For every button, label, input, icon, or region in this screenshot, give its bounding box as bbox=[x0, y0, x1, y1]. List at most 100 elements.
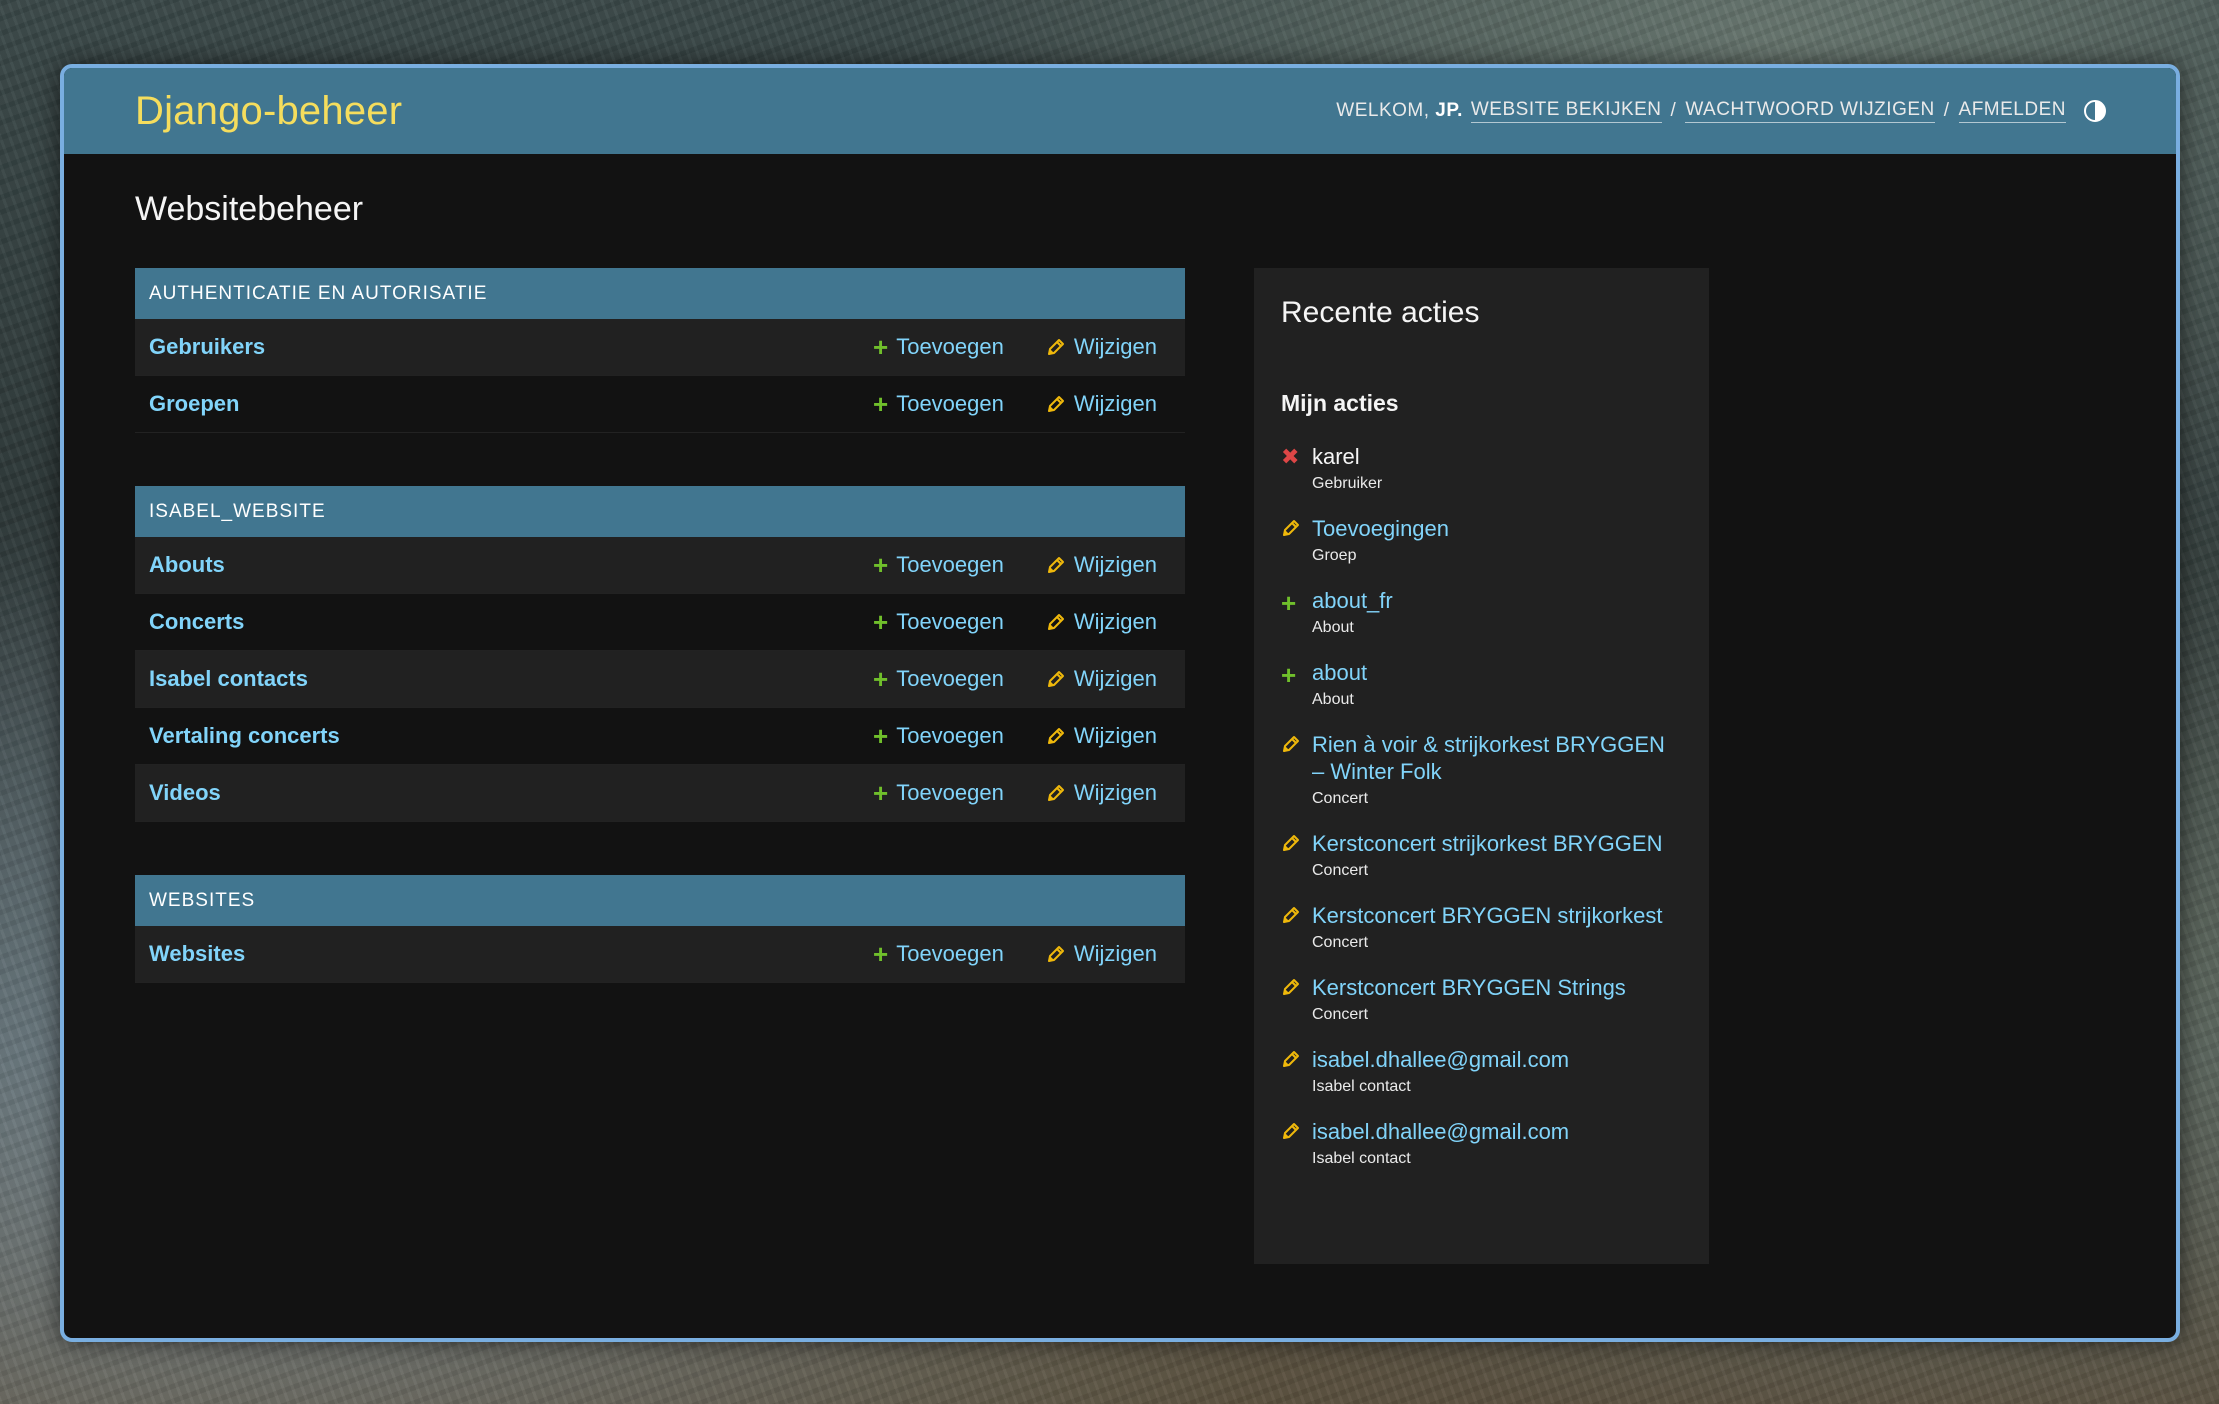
pencil-icon bbox=[1281, 1121, 1301, 1141]
plus-icon: + bbox=[1281, 588, 1297, 618]
add-link[interactable]: + Toevoegen bbox=[873, 552, 1004, 578]
module-caption[interactable]: WEBSITES bbox=[135, 875, 1185, 926]
action-type: Concert bbox=[1312, 790, 1369, 807]
model-link[interactable]: Vertaling concerts bbox=[149, 723, 873, 749]
theme-toggle-icon[interactable] bbox=[2084, 100, 2106, 122]
browser-window: Django-beheer WELKOM, JP. WEBSITE BEKIJK… bbox=[60, 64, 2180, 1342]
module-caption[interactable]: ISABEL_WEBSITE bbox=[135, 486, 1185, 537]
change-label: Wijzigen bbox=[1073, 609, 1157, 634]
module-caption[interactable]: AUTHENTICATIE EN AUTORISATIE bbox=[135, 268, 1185, 319]
change-password-link[interactable]: WACHTWOORD WIJZIGEN bbox=[1685, 99, 1935, 123]
model-link[interactable]: Gebruikers bbox=[149, 334, 873, 360]
action-body: about About bbox=[1312, 659, 1367, 709]
add-label: Toevoegen bbox=[896, 391, 1004, 416]
model-row: Concerts + Toevoegen Wijzigen bbox=[135, 594, 1185, 651]
app-module: WEBSITES Websites + Toevoegen Wijzigen bbox=[135, 875, 1185, 983]
plus-icon: + bbox=[873, 778, 889, 808]
plus-icon: + bbox=[873, 721, 889, 751]
model-rows: Abouts + Toevoegen Wijzigen Concerts + Toevoeg… bbox=[135, 537, 1185, 822]
add-link[interactable]: + Toevoegen bbox=[873, 609, 1004, 635]
action-title-link[interactable]: Rien à voir & strijkorkest BRYGGEN – Win… bbox=[1312, 731, 1682, 785]
model-link[interactable]: Groepen bbox=[149, 391, 873, 417]
action-title-link[interactable]: isabel.dhallee@gmail.com bbox=[1312, 1046, 1569, 1073]
action-body: karel Gebruiker bbox=[1312, 443, 1382, 493]
model-row: Vertaling concerts + Toevoegen Wijzigen bbox=[135, 708, 1185, 765]
action-body: Kerstconcert BRYGGEN Strings Concert bbox=[1312, 974, 1626, 1024]
action-body: about_fr About bbox=[1312, 587, 1393, 637]
recent-action-item: + about About bbox=[1281, 659, 1682, 709]
separator: / bbox=[1943, 100, 1950, 121]
add-link[interactable]: + Toevoegen bbox=[873, 723, 1004, 749]
action-title-link[interactable]: Kerstconcert strijkorkest BRYGGEN bbox=[1312, 830, 1662, 857]
add-label: Toevoegen bbox=[896, 780, 1004, 805]
add-link[interactable]: + Toevoegen bbox=[873, 334, 1004, 360]
recent-action-item: Rien à voir & strijkorkest BRYGGEN – Win… bbox=[1281, 731, 1682, 808]
model-link[interactable]: Concerts bbox=[149, 609, 873, 635]
user-tools: WELKOM, JP. WEBSITE BEKIJKEN / WACHTWOOR… bbox=[1336, 99, 2106, 123]
recent-action-item: Kerstconcert strijkorkest BRYGGEN Concert bbox=[1281, 830, 1682, 880]
delete-icon: ✖ bbox=[1281, 444, 1300, 469]
action-body: isabel.dhallee@gmail.com Isabel contact bbox=[1312, 1118, 1569, 1168]
plus-icon: + bbox=[873, 550, 889, 580]
add-link[interactable]: + Toevoegen bbox=[873, 391, 1004, 417]
action-body: Toevoegingen Groep bbox=[1312, 515, 1449, 565]
model-rows: Websites + Toevoegen Wijzigen bbox=[135, 926, 1185, 983]
action-title-link[interactable]: about bbox=[1312, 659, 1367, 686]
pencil-icon bbox=[1046, 669, 1066, 689]
logout-link[interactable]: AFMELDEN bbox=[1958, 99, 2066, 123]
change-link[interactable]: Wijzigen bbox=[1046, 334, 1157, 360]
action-body: Rien à voir & strijkorkest BRYGGEN – Win… bbox=[1312, 731, 1682, 808]
pencil-icon bbox=[1281, 734, 1301, 754]
recent-action-item: Kerstconcert BRYGGEN Strings Concert bbox=[1281, 974, 1682, 1024]
pencil-icon bbox=[1281, 977, 1301, 997]
action-title-link[interactable]: Toevoegingen bbox=[1312, 515, 1449, 542]
action-title-link[interactable]: isabel.dhallee@gmail.com bbox=[1312, 1118, 1569, 1145]
action-icon-wrap: ✖ bbox=[1281, 443, 1312, 493]
model-link[interactable]: Abouts bbox=[149, 552, 873, 578]
action-type: Concert bbox=[1312, 934, 1369, 951]
action-title-link[interactable]: Kerstconcert BRYGGEN Strings bbox=[1312, 974, 1626, 1001]
action-title: karel bbox=[1312, 444, 1360, 469]
pencil-icon bbox=[1046, 394, 1066, 414]
recent-action-item: isabel.dhallee@gmail.com Isabel contact bbox=[1281, 1118, 1682, 1168]
change-label: Wijzigen bbox=[1073, 666, 1157, 691]
admin-header: Django-beheer WELKOM, JP. WEBSITE BEKIJK… bbox=[64, 68, 2176, 154]
change-link[interactable]: Wijzigen bbox=[1046, 941, 1157, 967]
model-link[interactable]: Isabel contacts bbox=[149, 666, 873, 692]
change-link[interactable]: Wijzigen bbox=[1046, 552, 1157, 578]
recent-action-item: Kerstconcert BRYGGEN strijkorkest Concert bbox=[1281, 902, 1682, 952]
action-icon-wrap: + bbox=[1281, 587, 1312, 637]
add-label: Toevoegen bbox=[896, 609, 1004, 634]
action-type: Concert bbox=[1312, 1006, 1369, 1023]
site-brand[interactable]: Django-beheer bbox=[135, 89, 402, 134]
add-link[interactable]: + Toevoegen bbox=[873, 780, 1004, 806]
change-link[interactable]: Wijzigen bbox=[1046, 609, 1157, 635]
pencil-icon bbox=[1046, 337, 1066, 357]
action-icon-wrap bbox=[1281, 731, 1312, 808]
change-link[interactable]: Wijzigen bbox=[1046, 391, 1157, 417]
change-label: Wijzigen bbox=[1073, 391, 1157, 416]
action-type: Isabel contact bbox=[1312, 1078, 1411, 1095]
add-link[interactable]: + Toevoegen bbox=[873, 666, 1004, 692]
model-link[interactable]: Websites bbox=[149, 941, 873, 967]
change-link[interactable]: Wijzigen bbox=[1046, 780, 1157, 806]
pencil-icon bbox=[1281, 518, 1301, 538]
action-type: About bbox=[1312, 691, 1354, 708]
add-link[interactable]: + Toevoegen bbox=[873, 941, 1004, 967]
view-site-link[interactable]: WEBSITE BEKIJKEN bbox=[1470, 99, 1662, 123]
recent-action-item: Toevoegingen Groep bbox=[1281, 515, 1682, 565]
recent-actions-title: Recente acties bbox=[1281, 296, 1480, 329]
pencil-icon bbox=[1281, 1049, 1301, 1069]
action-title-link[interactable]: Kerstconcert BRYGGEN strijkorkest bbox=[1312, 902, 1662, 929]
separator: / bbox=[1670, 100, 1677, 121]
plus-icon: + bbox=[873, 389, 889, 419]
model-rows: Gebruikers + Toevoegen Wijzigen Groepen + Toev… bbox=[135, 319, 1185, 433]
model-row: Isabel contacts + Toevoegen Wijzigen bbox=[135, 651, 1185, 708]
action-title-link[interactable]: about_fr bbox=[1312, 587, 1393, 614]
app-module: AUTHENTICATIE EN AUTORISATIE Gebruikers + T… bbox=[135, 268, 1185, 433]
add-label: Toevoegen bbox=[896, 552, 1004, 577]
change-link[interactable]: Wijzigen bbox=[1046, 666, 1157, 692]
model-link[interactable]: Videos bbox=[149, 780, 873, 806]
change-link[interactable]: Wijzigen bbox=[1046, 723, 1157, 749]
action-type: About bbox=[1312, 619, 1354, 636]
